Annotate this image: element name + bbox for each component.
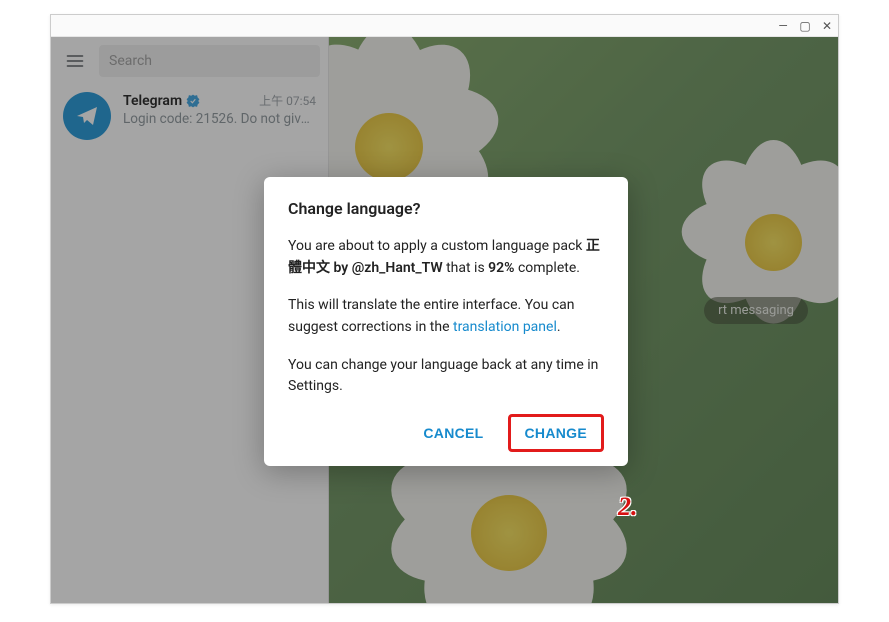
app-window: — ▢ ✕ Search xyxy=(50,14,839,604)
dialog-paragraph-1: You are about to apply a custom language… xyxy=(288,236,604,279)
window-maximize-icon[interactable]: ▢ xyxy=(798,19,812,33)
dialog-paragraph-2: This will translate the entire interface… xyxy=(288,295,604,338)
window-minimize-icon[interactable]: — xyxy=(776,19,790,33)
change-language-dialog: Change language? You are about to apply … xyxy=(264,177,628,466)
change-button[interactable]: CHANGE xyxy=(508,414,604,452)
dialog-paragraph-3: You can change your language back at any… xyxy=(288,355,604,398)
step-annotation-2: 2. xyxy=(618,492,638,522)
dialog-text: complete. xyxy=(514,260,579,276)
cancel-button[interactable]: CANCEL xyxy=(409,414,497,452)
dialog-text: You are about to apply a custom language… xyxy=(288,238,586,254)
dialog-title: Change language? xyxy=(288,199,604,218)
app-body: Search Telegram xyxy=(51,37,838,603)
dialog-buttons: CANCEL CHANGE xyxy=(288,414,604,452)
window-close-icon[interactable]: ✕ xyxy=(820,19,834,33)
translation-panel-link[interactable]: translation panel xyxy=(453,319,557,335)
dialog-text: . xyxy=(557,319,561,335)
dialog-text: that is xyxy=(443,260,489,276)
titlebar: — ▢ ✕ xyxy=(51,15,838,37)
completion-percent: 92% xyxy=(488,260,514,276)
